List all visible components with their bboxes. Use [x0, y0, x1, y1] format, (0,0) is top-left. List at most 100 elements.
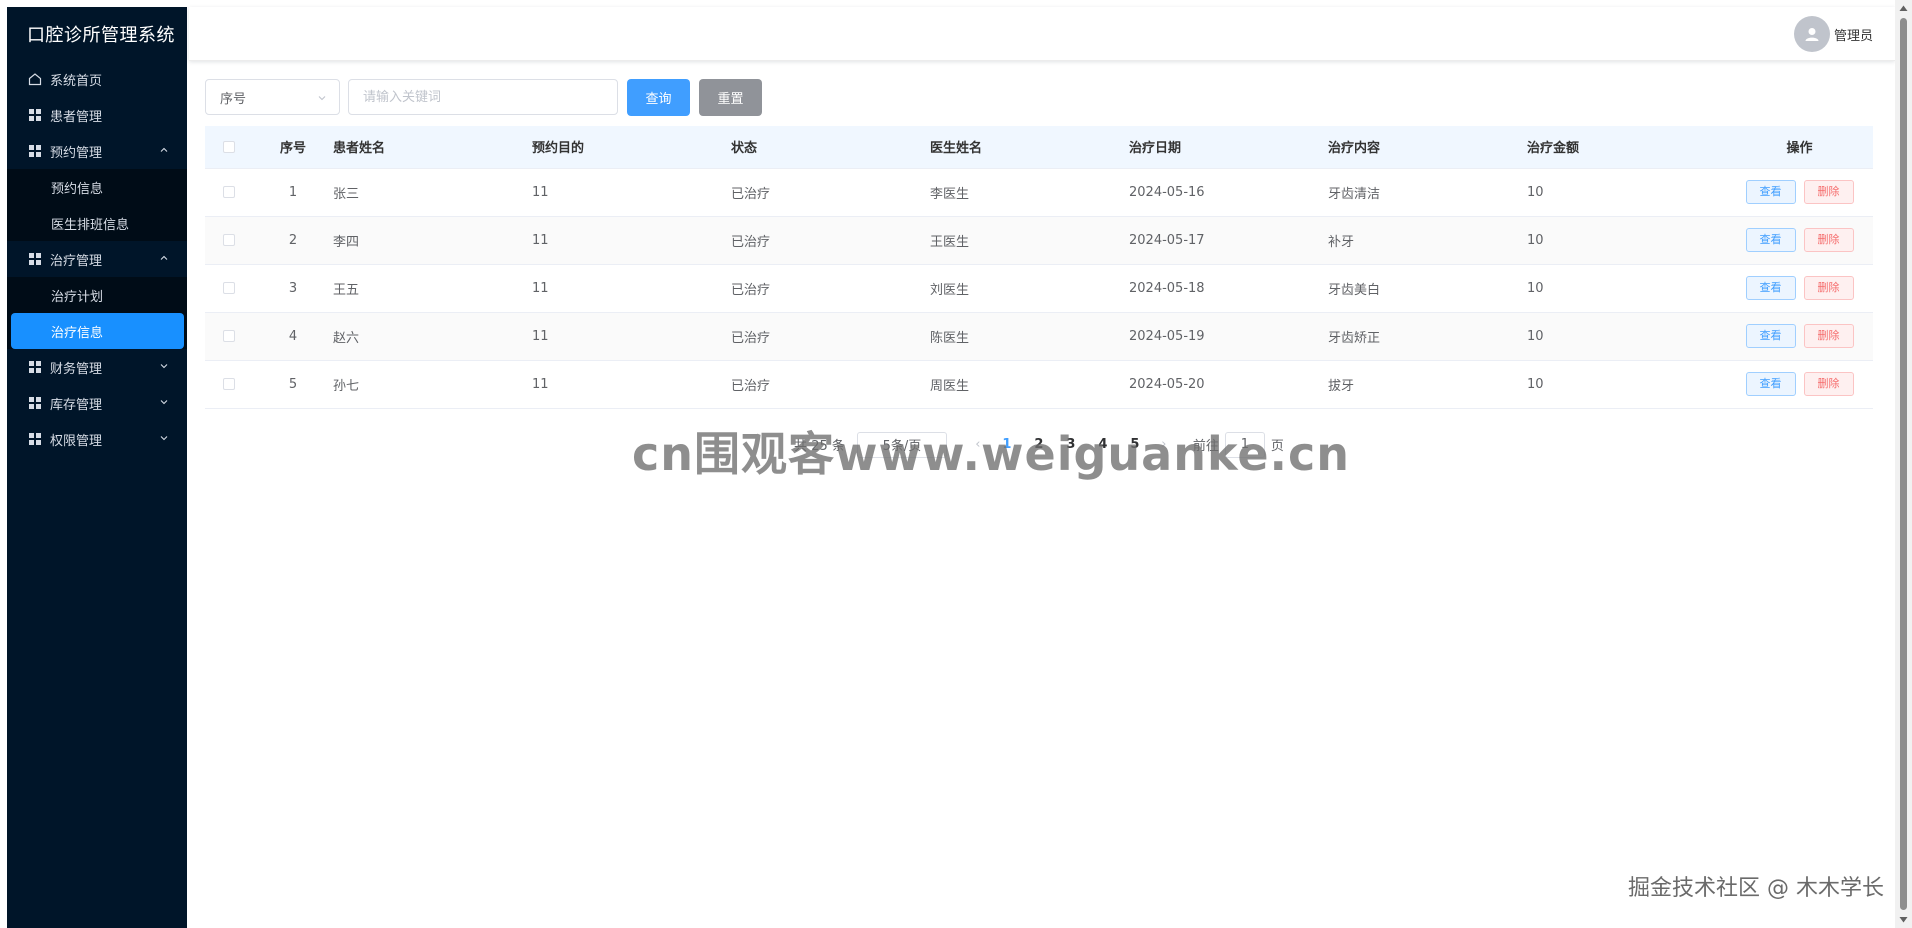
- delete-button[interactable]: 删除: [1803, 372, 1854, 396]
- cell-doctor: 刘医生: [930, 264, 1129, 313]
- delete-button[interactable]: 删除: [1803, 228, 1854, 252]
- sidebar-item-label: 系统首页: [50, 73, 103, 89]
- sidebar-item-treatment-plan[interactable]: 治疗计划: [7, 277, 187, 313]
- sidebar-item-permissions[interactable]: 权限管理: [7, 421, 187, 457]
- app-root: 口腔诊所管理系统 系统首页 患者管理 预约管理 预约信息 医生排班信息 治疗管理…: [0, 0, 1912, 928]
- cell-doctor: 王医生: [930, 216, 1129, 265]
- sidebar-item-finance[interactable]: 财务管理: [7, 349, 187, 385]
- goto-label: 前往: [1192, 439, 1219, 454]
- view-button[interactable]: 查看: [1745, 372, 1796, 396]
- page-4[interactable]: 4: [1087, 437, 1119, 452]
- watermark-corner: 掘金技术社区 @ 木木学长: [1628, 876, 1884, 901]
- grid-icon: [28, 396, 42, 410]
- next-page-button[interactable]: ›: [1151, 437, 1177, 452]
- scroll-down-icon[interactable]: [1899, 916, 1908, 924]
- chevron-up-icon: [160, 255, 168, 260]
- cell-purpose: 11: [532, 264, 731, 313]
- sidebar-item-doctor-schedule[interactable]: 医生排班信息: [7, 205, 187, 241]
- delete-button[interactable]: 删除: [1803, 180, 1854, 204]
- cell-no: 1: [253, 168, 333, 217]
- row-select-cell[interactable]: [205, 264, 253, 313]
- page-scrollbar[interactable]: [1895, 0, 1912, 928]
- row-select-cell[interactable]: [205, 360, 253, 409]
- page-size-select[interactable]: 5条/页: [856, 431, 947, 458]
- cell-patient: 李四: [333, 216, 532, 265]
- sidebar-item-appointment-info[interactable]: 预约信息: [7, 169, 187, 205]
- cell-status: 已治疗: [731, 216, 930, 265]
- cell-content: 牙齿美白: [1328, 264, 1527, 313]
- chevron-down-icon: [160, 364, 168, 369]
- treatment-table: 序号 患者姓名 预约目的 状态 医生姓名 治疗日期 治疗内容 治疗金额 操作 1…: [205, 126, 1873, 409]
- sidebar-item-treatment-info[interactable]: 治疗信息: [11, 313, 184, 349]
- user-icon: [1805, 28, 1819, 41]
- cell-status: 已治疗: [731, 168, 930, 217]
- delete-button[interactable]: 删除: [1803, 324, 1854, 348]
- sidebar-item-inventory[interactable]: 库存管理: [7, 385, 187, 421]
- row-select-cell[interactable]: [205, 168, 253, 217]
- row-checkbox[interactable]: [223, 330, 235, 342]
- scroll-up-icon[interactable]: [1899, 4, 1908, 12]
- pagination: 共 25 条 5条/页 ‹ 1 2 3 4 5 › 前往 1 页: [205, 431, 1873, 459]
- select-all-checkbox[interactable]: [223, 140, 235, 153]
- view-button[interactable]: 查看: [1745, 228, 1796, 252]
- table-header-row: 序号 患者姓名 预约目的 状态 医生姓名 治疗日期 治疗内容 治疗金额 操作: [205, 126, 1873, 169]
- cell-amount: 10: [1527, 216, 1726, 265]
- table-row: 1 张三 11 已治疗 李医生 2024-05-16 牙齿清洁 10 查看 删除: [205, 168, 1873, 217]
- scrollbar-thumb[interactable]: [1900, 18, 1907, 910]
- goto-input[interactable]: 1: [1224, 431, 1265, 458]
- sidebar-item-home[interactable]: 系统首页: [7, 61, 187, 97]
- search-input[interactable]: [348, 79, 618, 115]
- grid-icon: [28, 144, 42, 158]
- cell-purpose: 11: [532, 216, 731, 265]
- column-header: 预约目的: [532, 126, 731, 169]
- column-header: 序号: [253, 126, 333, 169]
- sidebar-menu: 系统首页 患者管理 预约管理 预约信息 医生排班信息 治疗管理 治疗计划 治疗信…: [7, 61, 187, 457]
- cell-no: 5: [253, 360, 333, 409]
- row-checkbox[interactable]: [223, 282, 235, 294]
- query-button[interactable]: 查询: [627, 78, 690, 116]
- delete-button[interactable]: 删除: [1803, 276, 1854, 300]
- row-checkbox[interactable]: [223, 186, 235, 198]
- cell-amount: 10: [1527, 168, 1726, 217]
- page-5[interactable]: 5: [1119, 437, 1151, 452]
- row-select-cell[interactable]: [205, 216, 253, 265]
- prev-page-button[interactable]: ‹: [965, 437, 991, 452]
- sidebar-item-label: 库存管理: [50, 397, 103, 413]
- grid-icon: [28, 360, 42, 374]
- chevron-up-icon: [160, 147, 168, 152]
- view-button[interactable]: 查看: [1745, 324, 1796, 348]
- sidebar-item-patients[interactable]: 患者管理: [7, 97, 187, 133]
- search-toolbar: 序号 查询 重置: [205, 78, 1873, 116]
- cell-purpose: 11: [532, 168, 731, 217]
- sidebar-item-treatment[interactable]: 治疗管理: [7, 241, 187, 277]
- row-checkbox[interactable]: [223, 378, 235, 390]
- cell-no: 3: [253, 264, 333, 313]
- row-checkbox[interactable]: [223, 234, 235, 246]
- home-icon: [28, 72, 42, 86]
- cell-patient: 张三: [333, 168, 532, 217]
- column-header: 治疗日期: [1129, 126, 1328, 169]
- submenu-treatment: 治疗计划 治疗信息: [7, 277, 187, 349]
- page-3[interactable]: 3: [1055, 437, 1087, 452]
- table-row: 5 孙七 11 已治疗 周医生 2024-05-20 拔牙 10 查看 删除: [205, 360, 1873, 409]
- sidebar-item-appointments[interactable]: 预约管理: [7, 133, 187, 169]
- page-1[interactable]: 1: [991, 437, 1023, 452]
- row-select-cell[interactable]: [205, 312, 253, 361]
- avatar[interactable]: [1793, 16, 1830, 52]
- page-2[interactable]: 2: [1023, 437, 1055, 452]
- sidebar-item-label: 财务管理: [50, 361, 103, 377]
- search-field-select[interactable]: 序号: [205, 79, 340, 115]
- cell-amount: 10: [1527, 264, 1726, 313]
- cell-doctor: 陈医生: [930, 312, 1129, 361]
- cell-content: 拔牙: [1328, 360, 1527, 409]
- user-menu[interactable]: 管理员: [1793, 16, 1873, 52]
- cell-date: 2024-05-18: [1129, 264, 1328, 313]
- submenu-appointments: 预约信息 医生排班信息: [7, 169, 187, 241]
- reset-button[interactable]: 重置: [699, 78, 762, 116]
- select-all-cell[interactable]: [205, 126, 253, 169]
- cell-actions: 查看 删除: [1726, 264, 1873, 313]
- column-header: 患者姓名: [333, 126, 532, 169]
- view-button[interactable]: 查看: [1745, 180, 1796, 204]
- sidebar-item-label: 患者管理: [50, 109, 103, 125]
- view-button[interactable]: 查看: [1745, 276, 1796, 300]
